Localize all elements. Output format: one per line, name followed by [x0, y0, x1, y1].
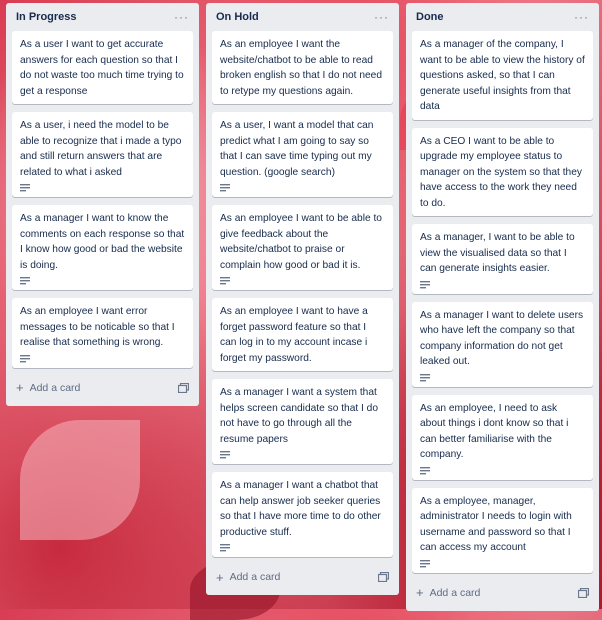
card[interactable]: As a manager I want a system that helps … [212, 379, 393, 464]
description-icon [420, 280, 430, 288]
description-icon [420, 373, 430, 381]
card-title: As a manager I want to delete users who … [420, 309, 584, 368]
card-title: As an employee I want error messages to … [20, 306, 175, 348]
card[interactable]: As an employee I want to be able to give… [212, 205, 393, 290]
card[interactable]: As a user, i need the model to be able t… [12, 112, 193, 197]
plus-icon: + [416, 585, 424, 600]
list-on-hold: On Hold ··· As an employee I want the webs… [206, 3, 399, 595]
card-template-icon[interactable] [578, 587, 589, 598]
list-menu-icon[interactable]: ··· [174, 10, 189, 24]
list-header: On Hold ··· [212, 3, 393, 31]
card-title: As a manager of the company, I want to b… [420, 39, 585, 112]
card-title: As a manager, I want to be able to view … [420, 232, 575, 274]
list-title[interactable]: In Progress [16, 11, 77, 23]
card-title: As a user, I want a model that can predi… [220, 120, 374, 178]
card[interactable]: As an employee I want error messages to … [12, 298, 193, 368]
add-card-button[interactable]: + Add a card [416, 586, 480, 599]
card-template-icon[interactable] [178, 382, 189, 393]
add-card-row: + Add a card [412, 581, 593, 605]
card[interactable]: As a manager I want to know the comments… [12, 205, 193, 290]
card-title: As a manager I want a chatbot that can h… [220, 480, 381, 538]
card[interactable]: As a manager I want a chatbot that can h… [212, 472, 393, 557]
card-title: As a user, i need the model to be able t… [20, 120, 182, 178]
card-title: As a CEO I want to be able to upgrade my… [420, 135, 582, 209]
card[interactable]: As a manager, I want to be able to view … [412, 224, 593, 294]
list-title[interactable]: Done [416, 11, 444, 23]
card[interactable]: As a user I want to get accurate answers… [12, 31, 193, 104]
card-title: As an employee I want the website/chatbo… [220, 39, 382, 97]
description-icon [220, 451, 230, 459]
description-icon [420, 559, 430, 567]
list-menu-icon[interactable]: ··· [374, 10, 389, 24]
card-title: As an employee I want to have a forget p… [220, 306, 368, 364]
list-header: In Progress ··· [12, 3, 193, 31]
description-icon [220, 184, 230, 192]
card-title: As an employee I want to be able to give… [220, 213, 382, 271]
list-title[interactable]: On Hold [216, 11, 259, 23]
card[interactable]: As a employee, manager, administrator I … [412, 487, 593, 573]
plus-icon: + [216, 569, 224, 585]
card-title: As a employee, manager, administrator I … [420, 495, 572, 554]
add-card-label: Add a card [429, 586, 481, 599]
description-icon [220, 277, 230, 285]
description-icon [420, 466, 430, 474]
card[interactable]: As a manager of the company, I want to b… [412, 31, 593, 120]
background-leaf [20, 420, 140, 540]
description-icon [20, 184, 30, 192]
card[interactable]: As a user, I want a model that can predi… [212, 112, 393, 197]
card[interactable]: As an employee I want the website/chatbo… [212, 31, 393, 104]
description-icon [220, 544, 230, 552]
add-card-label: Add a card [229, 571, 281, 583]
add-card-row: + Add a card [212, 565, 393, 589]
list-menu-icon[interactable]: ··· [574, 10, 589, 24]
card-title: As a manager I want to know the comments… [20, 213, 185, 271]
description-icon [20, 354, 30, 362]
card-template-icon[interactable] [378, 572, 389, 582]
card[interactable]: As an employee, I need to ask about thin… [412, 394, 593, 480]
add-card-label: Add a card [29, 381, 81, 394]
card[interactable]: As a CEO I want to be able to upgrade my… [412, 127, 593, 216]
add-card-button[interactable]: + Add a card [216, 571, 280, 584]
card-title: As a user I want to get accurate answers… [20, 39, 184, 97]
list-done: Done ··· As a manager of the company, I wa… [406, 3, 599, 611]
card-title: As an employee, I need to ask about thin… [420, 402, 569, 461]
list-in-progress: In Progress ··· As a user I want to get ac… [6, 3, 199, 406]
add-card-button[interactable]: + Add a card [16, 381, 80, 394]
card[interactable]: As a manager I want to delete users who … [412, 301, 593, 387]
card-title: As a manager I want a system that helps … [220, 387, 379, 445]
card[interactable]: As an employee I want to have a forget p… [212, 298, 393, 371]
list-header: Done ··· [412, 3, 593, 31]
add-card-row: + Add a card [12, 376, 193, 400]
description-icon [20, 277, 30, 285]
plus-icon: + [16, 380, 24, 395]
